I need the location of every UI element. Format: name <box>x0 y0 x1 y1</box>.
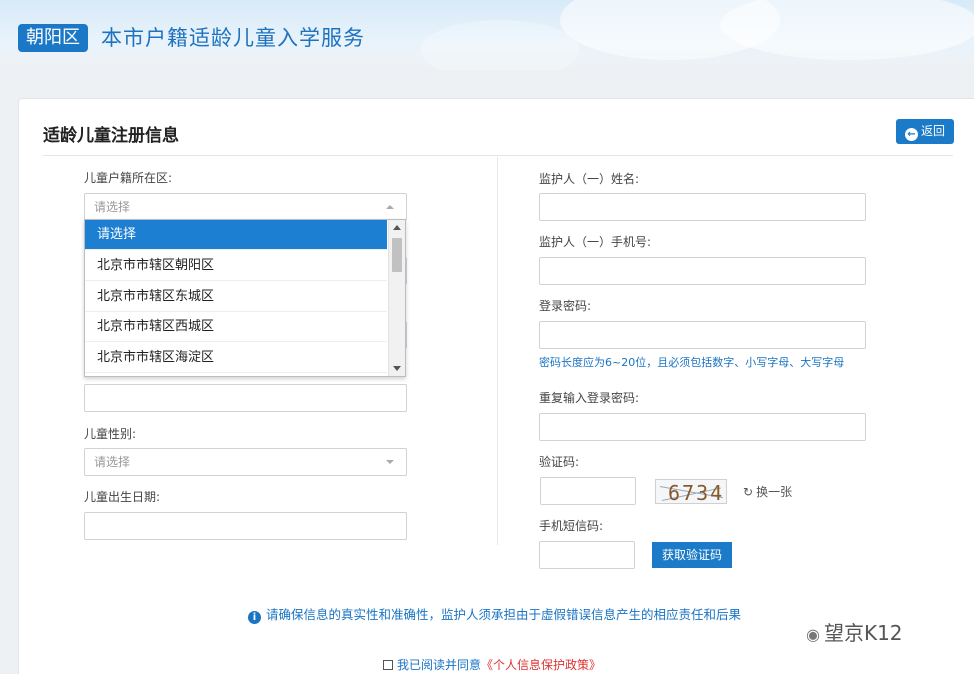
cloud-decoration <box>720 0 974 60</box>
guardian-phone-label: 监护人（一）手机号: <box>539 235 652 249</box>
birthdate-label: 儿童出生日期: <box>84 490 161 504</box>
gender-label: 儿童性别: <box>84 427 137 441</box>
agree-row: 我已阅读并同意《个人信息保护政策》 <box>383 656 601 673</box>
district-badge: 朝阳区 <box>18 24 88 52</box>
back-label: 返回 <box>920 124 945 138</box>
captcha-label: 验证码: <box>539 455 580 469</box>
caret-up-icon <box>386 205 394 209</box>
sms-label: 手机短信码: <box>539 519 604 533</box>
policy-link[interactable]: 《个人信息保护政策》 <box>481 658 601 672</box>
password-input[interactable] <box>539 321 866 349</box>
guardian-name-input[interactable] <box>539 193 866 221</box>
hukou-label: 儿童户籍所在区: <box>84 171 173 185</box>
dropdown-option[interactable]: 北京市市辖区海淀区 <box>85 343 387 373</box>
dropdown-option[interactable]: 北京市市辖区东城区 <box>85 282 387 312</box>
refresh-icon: ↻ <box>743 485 754 499</box>
info-icon: i <box>248 611 261 624</box>
captcha-image[interactable]: 6734 <box>655 479 727 504</box>
password-hint: 密码长度应为6~20位，且必须包括数字、小写字母、大写字母 <box>539 356 845 369</box>
header-banner: 朝阳区 本市户籍适龄儿童入学服务 <box>0 0 974 70</box>
gender-select[interactable]: 请选择 <box>84 448 407 476</box>
scroll-down-icon[interactable] <box>393 366 401 371</box>
guardian-phone-input[interactable] <box>539 257 866 285</box>
column-divider <box>497 157 498 545</box>
page-title: 本市户籍适龄儿童入学服务 <box>101 26 365 50</box>
title-divider <box>43 155 953 156</box>
birthdate-input[interactable] <box>84 512 407 540</box>
scroll-up-icon[interactable] <box>393 225 401 230</box>
captcha-text: 6734 <box>668 481 725 504</box>
scroll-thumb[interactable] <box>392 238 402 272</box>
sms-input[interactable] <box>539 541 635 569</box>
back-button[interactable]: ← 返回 <box>896 119 954 144</box>
hukou-dropdown: 请选择 北京市市辖区朝阳区 北京市市辖区东城区 北京市市辖区西城区 北京市市辖区… <box>84 219 406 377</box>
refresh-label: 换一张 <box>756 485 793 499</box>
dropdown-option[interactable]: 请选择 <box>85 220 387 250</box>
refresh-captcha[interactable]: ↻ 换一张 <box>743 483 792 500</box>
cloud-decoration <box>420 20 580 70</box>
hidden-input-3[interactable] <box>84 384 407 412</box>
wechat-icon: ◉ <box>806 625 820 644</box>
hukou-select[interactable]: 请选择 <box>84 193 407 221</box>
watermark: ◉ 望京K12 <box>806 617 903 646</box>
agree-checkbox[interactable] <box>383 660 393 670</box>
hukou-select-value: 请选择 <box>94 200 131 214</box>
password-label: 登录密码: <box>539 299 592 313</box>
password-repeat-label: 重复输入登录密码: <box>539 391 640 405</box>
registration-panel: 适龄儿童注册信息 ← 返回 儿童户籍所在区: 请选择 儿童性别: 请选择 儿童出生… <box>18 98 974 674</box>
watermark-label: 望京K12 <box>823 621 903 645</box>
form-title: 适龄儿童注册信息 <box>43 126 179 146</box>
agree-label: 我已阅读并同意 <box>397 658 482 672</box>
get-sms-code-button[interactable]: 获取验证码 <box>652 542 732 568</box>
notice-text: i 请确保信息的真实性和准确性，监护人须承担由于虚假错误信息产生的相应责任和后果 <box>248 604 741 624</box>
caret-down-icon <box>386 460 394 464</box>
arrow-left-icon: ← <box>904 128 918 141</box>
gender-select-value: 请选择 <box>94 455 131 469</box>
password-repeat-input[interactable] <box>539 413 866 441</box>
dropdown-option[interactable]: 北京市市辖区朝阳区 <box>85 251 387 281</box>
guardian-name-label: 监护人（一）姓名: <box>539 172 640 186</box>
dropdown-option[interactable]: 北京市市辖区西城区 <box>85 312 387 342</box>
dropdown-scrollbar[interactable] <box>388 220 405 376</box>
captcha-input[interactable] <box>540 477 636 505</box>
notice-label: 请确保信息的真实性和准确性，监护人须承担由于虚假错误信息产生的相应责任和后果 <box>266 607 742 622</box>
